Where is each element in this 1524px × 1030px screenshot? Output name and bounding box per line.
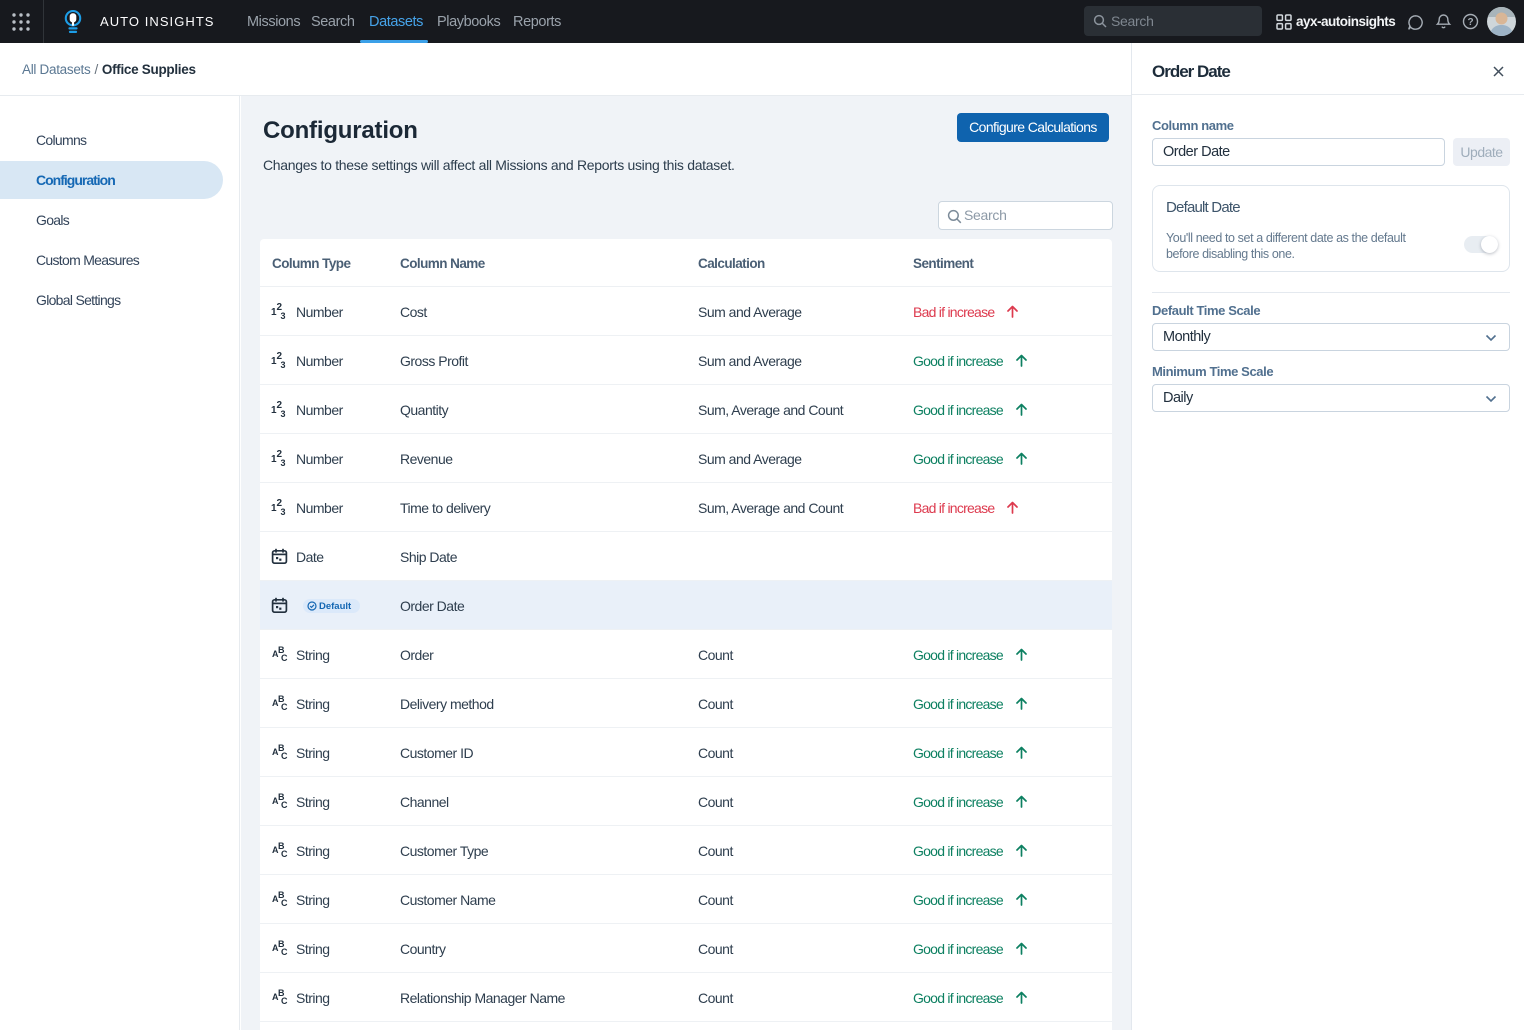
svg-text:?: ? xyxy=(1467,17,1473,28)
